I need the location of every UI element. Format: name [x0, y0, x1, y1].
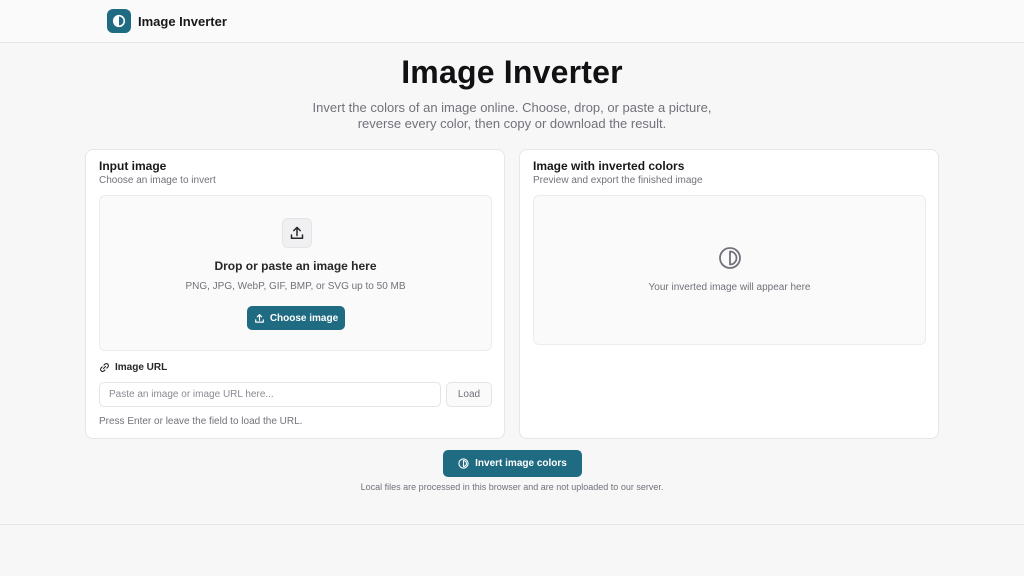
image-url-input[interactable] — [99, 382, 441, 407]
choose-image-label: Choose image — [269, 312, 339, 324]
page-title: Image Inverter — [401, 54, 623, 90]
half-circle-contrast-icon — [107, 9, 131, 33]
app-name: Image Inverter — [138, 13, 227, 29]
upload-icon — [254, 313, 264, 323]
inverted-image-preview: Your inverted image will appear here — [533, 195, 926, 345]
invert-circle-icon — [719, 247, 741, 269]
image-url-label: Image URL — [99, 362, 167, 373]
footer-divider — [0, 524, 1024, 525]
load-url-button[interactable]: Load — [446, 382, 492, 407]
image-url-help: Press Enter or leave the field to load t… — [99, 416, 303, 427]
image-dropzone[interactable]: Drop or paste an image here PNG, JPG, We… — [99, 195, 492, 351]
invert-circle-icon — [458, 458, 469, 469]
input-card-description: Choose an image to invert — [99, 175, 216, 186]
top-bar: Image Inverter — [0, 0, 1024, 43]
dropzone-hint: PNG, JPG, WebP, GIF, BMP, or SVG up to 5… — [185, 281, 406, 292]
image-url-label-text: Image URL — [115, 362, 168, 373]
brand[interactable]: Image Inverter — [107, 9, 227, 33]
choose-image-button[interactable]: Choose image — [247, 306, 345, 330]
preview-placeholder-text: Your inverted image will appear here — [648, 282, 811, 293]
input-card-title: Input image — [99, 159, 167, 173]
invert-colors-button[interactable]: Invert image colors — [443, 450, 582, 477]
output-image-card: Image with inverted colors Preview and e… — [519, 149, 939, 439]
dropzone-title: Drop or paste an image here — [214, 259, 377, 273]
page-subtitle: Invert the colors of an image online. Ch… — [312, 100, 712, 131]
input-image-card: Input image Choose an image to invert Dr… — [85, 149, 505, 439]
link-icon — [100, 363, 109, 372]
output-card-description: Preview and export the finished image — [533, 175, 703, 186]
privacy-note: Local files are processed in this browse… — [360, 482, 664, 492]
invert-colors-label: Invert image colors — [475, 458, 567, 469]
upload-icon — [282, 218, 312, 248]
output-card-title: Image with inverted colors — [533, 159, 685, 173]
